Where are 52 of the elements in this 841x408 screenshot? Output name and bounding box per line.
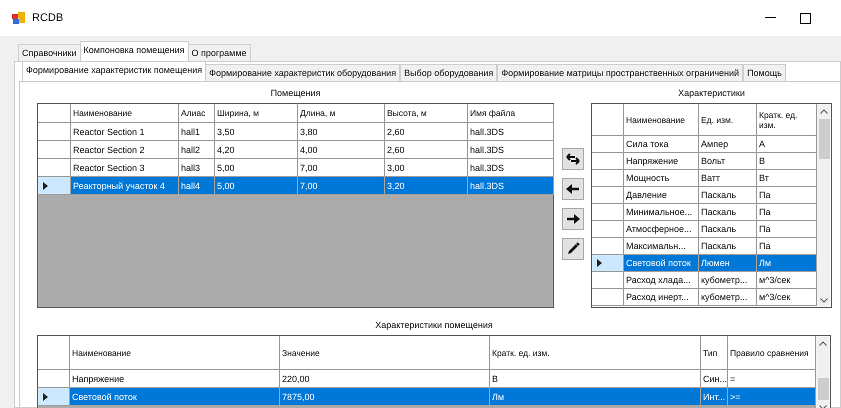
tab[interactable]: Компоновка помещения	[80, 41, 188, 61]
tab[interactable]: Формирование матрицы пространственных ограничений	[497, 64, 744, 81]
scroll-up-icon[interactable]	[819, 341, 827, 346]
table-cell: >=	[728, 388, 816, 406]
app-icon	[12, 12, 26, 24]
tab[interactable]: О программе	[188, 44, 251, 61]
table-cell: Лм	[490, 388, 701, 406]
minimize-icon[interactable]	[765, 17, 776, 19]
table-cell: Инт...	[701, 388, 728, 406]
row-pointer-icon	[43, 392, 48, 400]
scrollbar[interactable]	[817, 104, 831, 307]
table-cell: Лм	[757, 255, 817, 272]
row-header[interactable]	[38, 177, 71, 195]
tab[interactable]: Формирование характеристик оборудования	[205, 64, 400, 81]
tab[interactable]: Помощь	[743, 64, 786, 81]
scrollbar[interactable]	[816, 336, 830, 408]
table-cell: Люмен	[699, 255, 757, 272]
table-cell: Световой поток	[70, 388, 280, 406]
left-arrow-button[interactable]	[562, 178, 584, 200]
table-cell: кубометр...	[699, 289, 757, 306]
table-cell: Реакторный участок 4	[71, 177, 179, 195]
scrollbar-thumb[interactable]	[818, 378, 828, 400]
edit-button[interactable]	[562, 238, 584, 260]
table-cell: hall.3DS	[468, 177, 554, 195]
row-pointer-icon	[597, 259, 602, 267]
table-cell: 7875,00	[280, 388, 490, 406]
scroll-down-icon[interactable]	[820, 298, 828, 303]
pencil-icon	[566, 242, 580, 256]
table-cell: Расход инерт...	[624, 289, 699, 306]
grid-title: Характеристики помещения	[374, 319, 494, 332]
row-header[interactable]	[592, 255, 624, 272]
tab[interactable]: Справочники	[18, 44, 81, 61]
table-cell: 5,00	[215, 177, 298, 195]
grid-title: Характеристики	[677, 87, 746, 100]
right-arrow-icon	[566, 214, 580, 224]
tab[interactable]: Выбор оборудования	[400, 64, 498, 81]
scrollbar-thumb[interactable]	[818, 119, 830, 159]
table-cell: 3,20	[385, 177, 468, 195]
right-arrow-button[interactable]	[562, 208, 584, 230]
scroll-up-icon[interactable]	[820, 109, 828, 114]
left-arrow-icon	[566, 184, 580, 194]
maximize-icon[interactable]	[800, 12, 811, 24]
window-title: RCDB	[32, 12, 64, 24]
row-pointer-icon	[43, 182, 48, 190]
table-cell: hall4	[179, 177, 215, 195]
tab[interactable]: Формирование характеристик помещения	[22, 61, 206, 81]
grid-title: Помещения	[270, 87, 322, 100]
table-cell: Световой поток	[624, 255, 699, 272]
swap-button[interactable]	[562, 148, 584, 170]
row-header[interactable]	[38, 388, 70, 406]
table-cell: 7,00	[298, 177, 385, 195]
swap-arrows-icon	[566, 153, 580, 165]
